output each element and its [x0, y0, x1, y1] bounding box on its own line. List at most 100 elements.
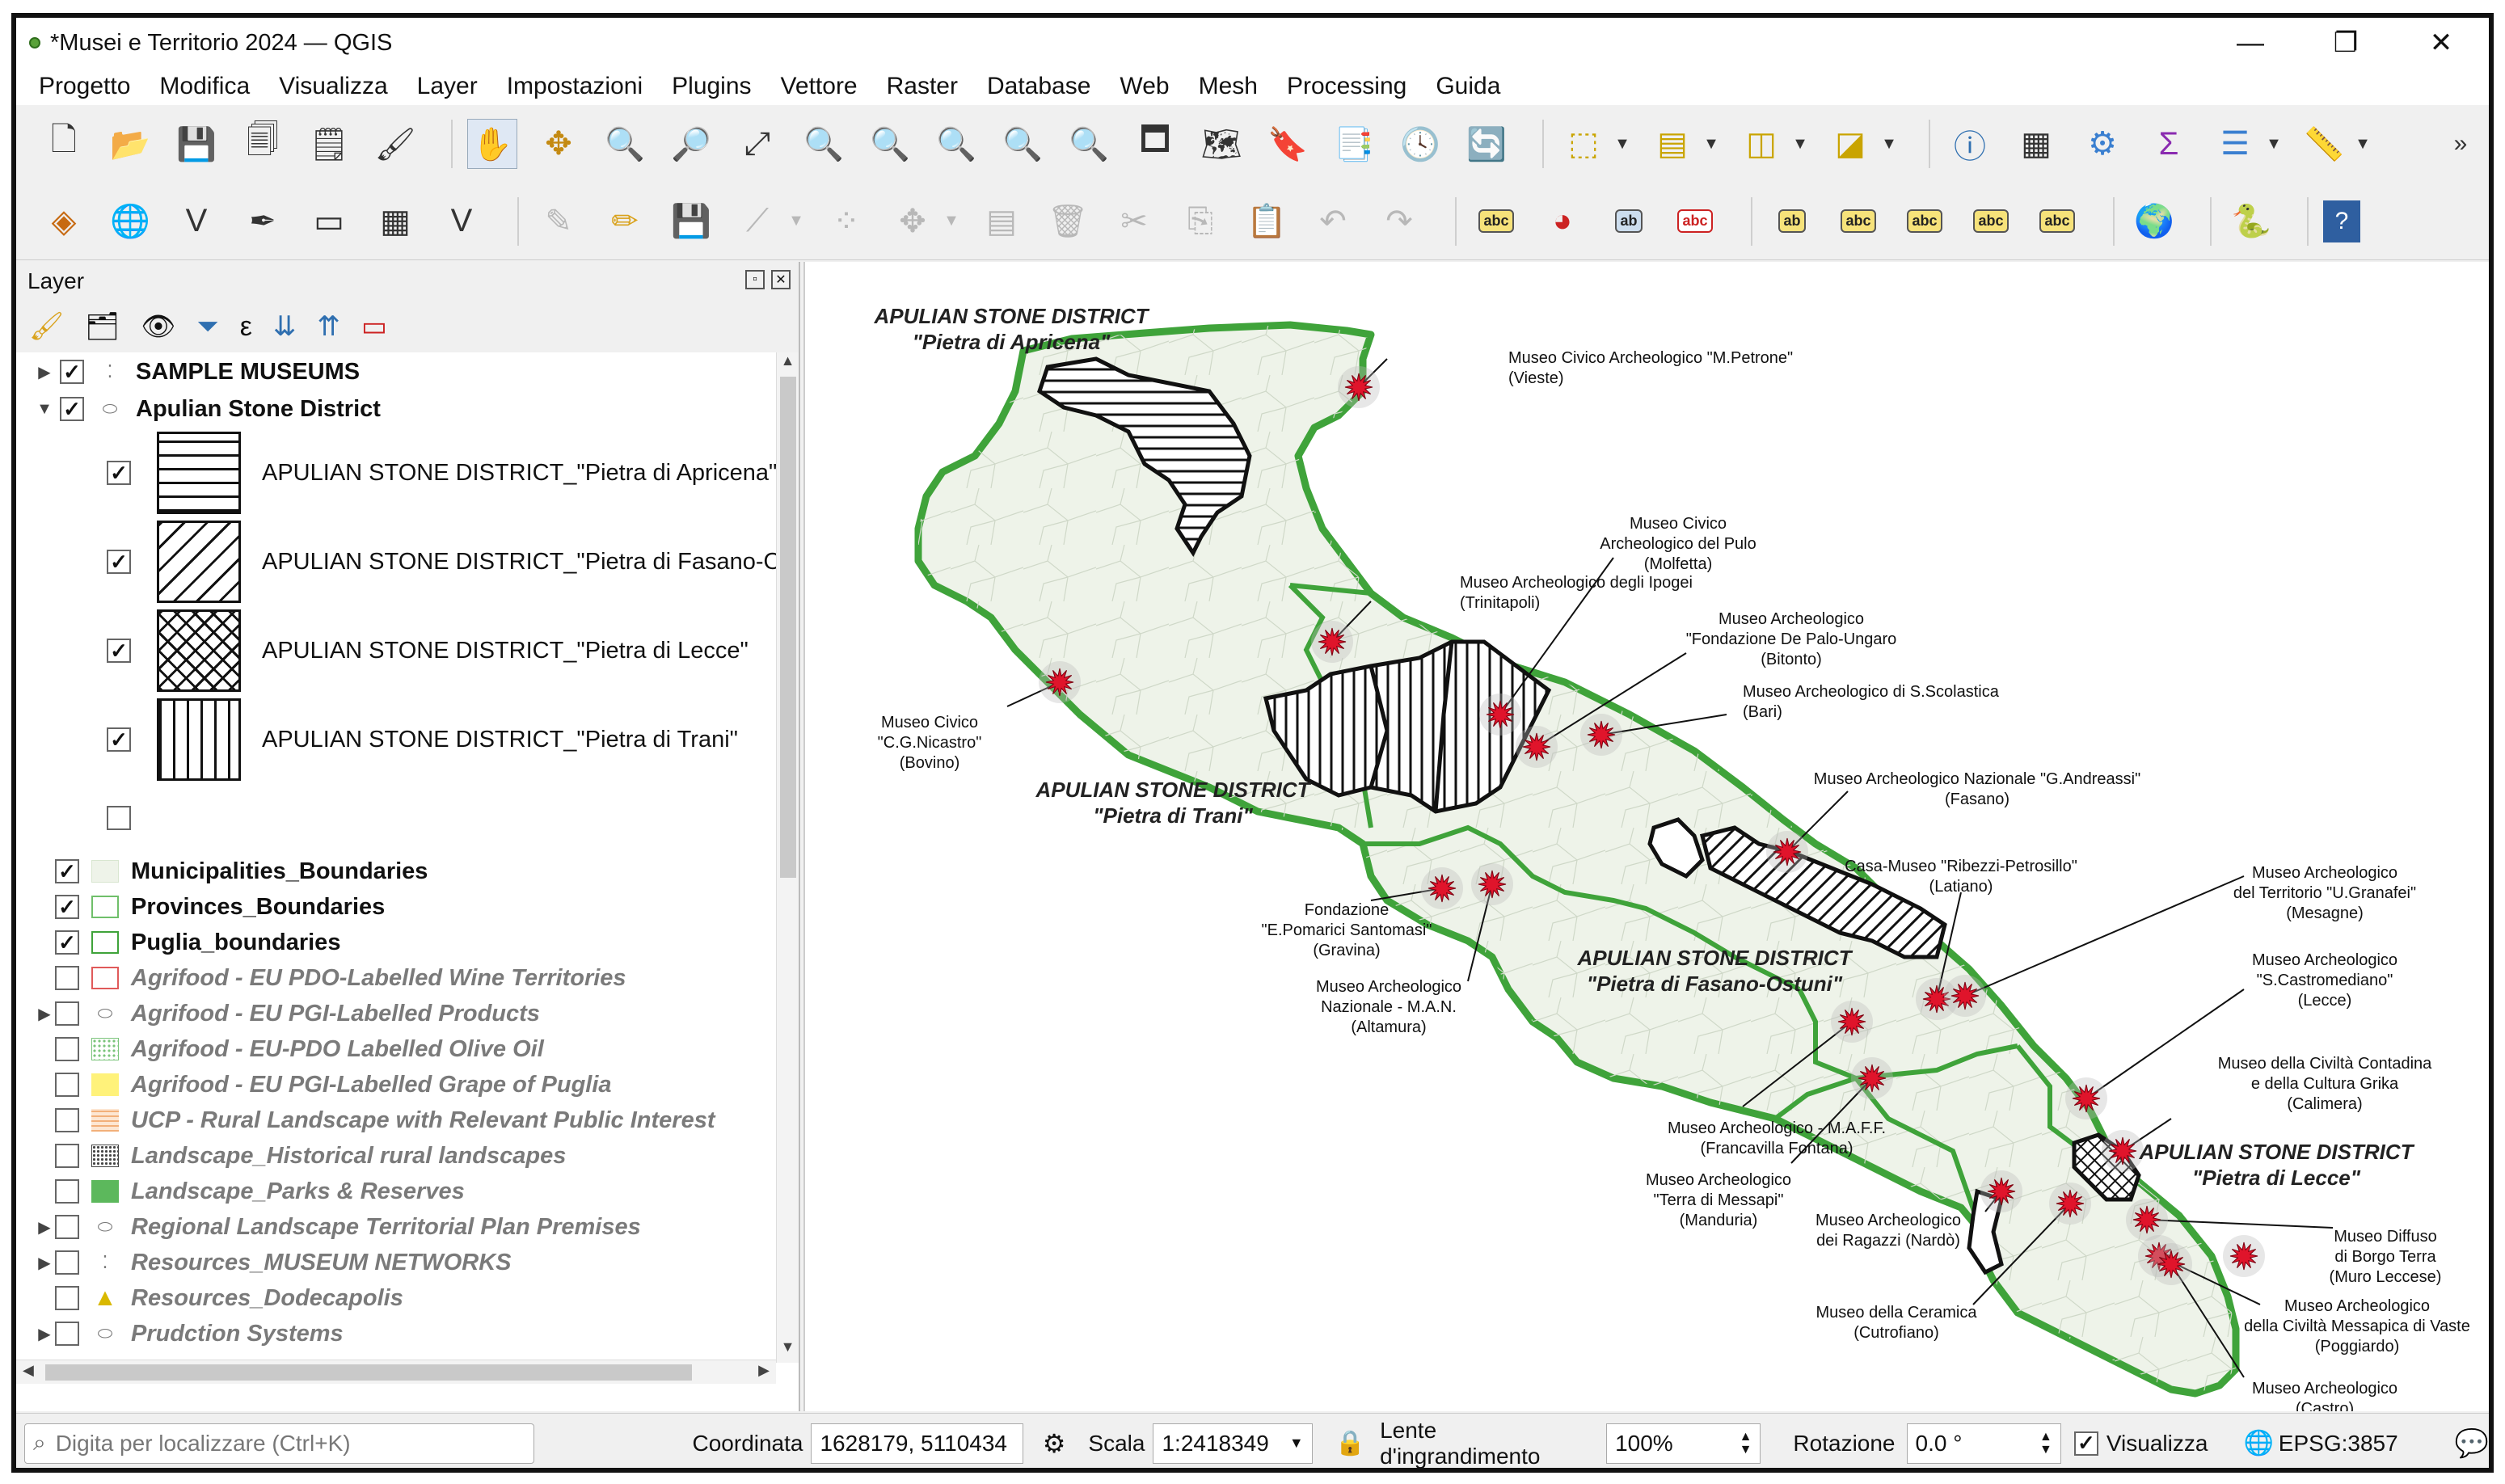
crs-label[interactable]: EPSG:3857 — [2279, 1431, 2398, 1457]
layer-row[interactable]: ▲ Resources_Dodecapolis — [55, 1280, 403, 1316]
layer-checkbox[interactable] — [55, 1250, 79, 1275]
pin-labels-icon[interactable]: ab — [1767, 196, 1817, 247]
deselect-icon[interactable]: ◫ — [1736, 119, 1786, 169]
help-icon[interactable]: ? — [2323, 200, 2360, 242]
messages-icon[interactable]: 💬 — [2455, 1427, 2489, 1460]
layer-row[interactable]: ✓ Municipalities_Boundaries — [55, 854, 428, 889]
new-layer-icon[interactable]: 🌐 — [105, 196, 155, 247]
cut-icon[interactable]: ✂ — [1109, 196, 1159, 247]
digitize-line-icon[interactable]: ⟋ — [732, 196, 782, 247]
magnifier-spinbox[interactable]: 100% ▲ ▼ — [1606, 1423, 1761, 1464]
layer-styling-icon[interactable]: 🖌 — [29, 310, 64, 343]
spin-arrows-icon[interactable]: ▲ ▼ — [1740, 1430, 1752, 1457]
close-panel-icon[interactable]: ✕ — [771, 270, 791, 289]
legend-checkbox[interactable] — [107, 806, 131, 830]
new-shapefile-icon[interactable]: ✒ — [238, 196, 288, 247]
select-features-icon[interactable]: ⬚ — [1558, 119, 1609, 169]
new-memory-layer-icon[interactable]: ▭ — [304, 196, 354, 247]
collapse-all-icon[interactable]: ⇈ — [317, 310, 340, 343]
zoom-native-icon[interactable]: 🔍 — [931, 119, 981, 169]
museum-marker[interactable] — [1831, 1001, 1873, 1043]
menu-processing[interactable]: Processing — [1287, 73, 1406, 100]
close-button[interactable]: ✕ — [2393, 18, 2489, 68]
digitize-vertex-icon[interactable]: V — [171, 196, 221, 247]
pan-hand-icon[interactable]: ✋ — [467, 119, 517, 169]
layer-tree-horizontal-scrollbar[interactable]: ◀ ▶ — [16, 1360, 776, 1384]
layer-row[interactable]: Landscape_Historical rural landscapes — [55, 1138, 566, 1174]
coordinate-field[interactable]: 1628179, 5110434 — [811, 1423, 1023, 1464]
legend-row[interactable]: ✓ APULIAN STONE DISTRICT_"Pietra di Fasa… — [107, 519, 776, 605]
toggle-editing-icon[interactable]: ✏ — [600, 196, 650, 247]
museum-marker[interactable] — [2065, 1077, 2107, 1119]
museum-marker[interactable] — [1039, 661, 1081, 703]
search-input[interactable]: Digita per localizzare (Ctrl+K) — [56, 1431, 351, 1457]
toolbar-overflow-icon[interactable]: » — [2448, 119, 2473, 169]
new-grid-icon[interactable]: ▦ — [370, 196, 420, 247]
layer-checkbox[interactable]: ✓ — [60, 360, 84, 384]
museum-marker[interactable] — [2102, 1130, 2144, 1172]
museum-marker[interactable] — [2049, 1183, 2091, 1225]
label-toolbar-icon[interactable]: abc — [1471, 196, 1521, 247]
scroll-up-icon[interactable]: ▲ — [777, 352, 799, 377]
rotate-label-icon[interactable]: abc — [1966, 196, 2016, 247]
menu-guida[interactable]: Guida — [1436, 73, 1500, 100]
data-source-manager-icon[interactable]: ◈ — [39, 196, 89, 247]
open-project-icon[interactable]: 📂 — [105, 119, 155, 169]
menu-modifica[interactable]: Modifica — [159, 73, 250, 100]
new-virtual-layer-icon[interactable]: V — [436, 196, 487, 247]
museum-marker[interactable] — [1311, 621, 1353, 663]
new-3d-view-icon[interactable]: 🗺 — [1196, 119, 1246, 169]
legend-checkbox[interactable]: ✓ — [107, 639, 131, 663]
chevron-right-icon[interactable]: ▶ — [34, 1004, 55, 1024]
filter-legend-icon[interactable]: ⏷ — [197, 311, 219, 343]
layer-tree-vertical-scrollbar[interactable]: ▲ ▼ — [776, 352, 799, 1363]
lock-scale-icon[interactable]: 🔒 — [1335, 1429, 1365, 1457]
spin-arrows-icon[interactable]: ▲ ▼ — [2039, 1430, 2052, 1457]
layer-row[interactable]: Agrifood - EU PGI-Labelled Grape of Pugl… — [55, 1067, 612, 1102]
menu-impostazioni[interactable]: Impostazioni — [507, 73, 643, 100]
map-svg[interactable]: Museo Civico Archeologico "M.Petrone" (Vi… — [805, 262, 2490, 1418]
save-project-icon[interactable]: 💾 — [171, 119, 221, 169]
restore-button[interactable]: ❐ — [2298, 18, 2393, 68]
refresh-icon[interactable]: 🔄 — [1461, 119, 1512, 169]
redo-icon[interactable]: ↷ — [1374, 196, 1424, 247]
layer-row[interactable]: ▶ ⬭ Regional Landscape Territorial Plan … — [34, 1209, 640, 1245]
legend-row[interactable]: ✓ APULIAN STONE DISTRICT_"Pietra di Apri… — [107, 430, 776, 516]
zoom-in-icon[interactable]: 🔍 — [600, 119, 650, 169]
layer-row[interactable]: ▶ ✓ ⁚ SAMPLE MUSEUMS — [34, 354, 360, 390]
chevron-down-icon[interactable]: ▼ — [1791, 119, 1809, 169]
rotation-spinbox[interactable]: 0.0 ° ▲ ▼ — [1906, 1423, 2061, 1464]
move-label-icon[interactable]: abc — [1900, 196, 1950, 247]
zoom-next-icon[interactable]: 🔍 — [1064, 119, 1114, 169]
new-print-layout-icon[interactable]: 🗐 — [238, 119, 288, 169]
zoom-to-selection-icon[interactable]: 🔍 — [799, 119, 849, 169]
layer-checkbox[interactable] — [55, 1144, 79, 1168]
layer-row[interactable]: ✓ Provinces_Boundaries — [55, 889, 385, 925]
chevron-down-icon[interactable]: ▼ — [943, 196, 960, 247]
layer-checkbox[interactable] — [55, 1322, 79, 1346]
museum-marker[interactable] — [1338, 366, 1380, 408]
vertex-tool-icon[interactable]: ⁘ — [821, 196, 871, 247]
chevron-down-icon[interactable]: ▼ — [1702, 119, 1720, 169]
chevron-down-icon[interactable]: ▼ — [34, 400, 55, 419]
expand-all-icon[interactable]: ⇊ — [273, 310, 297, 343]
map-canvas[interactable]: Museo Civico Archeologico "M.Petrone" (Vi… — [803, 262, 2490, 1418]
layer-checkbox[interactable] — [55, 1179, 79, 1204]
museum-marker[interactable] — [2223, 1235, 2265, 1277]
chevron-down-icon[interactable]: ▼ — [1613, 119, 1631, 169]
filter-expression-icon[interactable]: ε — [240, 311, 252, 343]
museum-marker[interactable] — [2126, 1199, 2168, 1241]
locator-bar[interactable]: ⌕ Digita per localizzare (Ctrl+K) — [24, 1423, 534, 1464]
layer-row[interactable]: ▶ ⬭ Agrifood - EU PGI-Labelled Products — [34, 996, 540, 1031]
python-console-icon[interactable]: 🐍 — [2226, 196, 2276, 247]
menu-visualizza[interactable]: Visualizza — [279, 73, 388, 100]
layer-diagram-icon[interactable]: ◕ — [1537, 196, 1588, 247]
layer-row[interactable]: Agrifood - EU PDO-Labelled Wine Territor… — [55, 960, 626, 996]
identify-icon[interactable]: ⓘ — [1945, 119, 1995, 169]
minimize-button[interactable]: — — [2203, 18, 2298, 68]
layer-checkbox[interactable] — [55, 1037, 79, 1061]
menu-mesh[interactable]: Mesh — [1199, 73, 1258, 100]
bookmark-icon[interactable]: 🔖 — [1263, 119, 1313, 169]
chevron-down-icon[interactable]: ▼ — [2265, 119, 2283, 169]
measure-icon[interactable]: 📏 — [2299, 119, 2349, 169]
